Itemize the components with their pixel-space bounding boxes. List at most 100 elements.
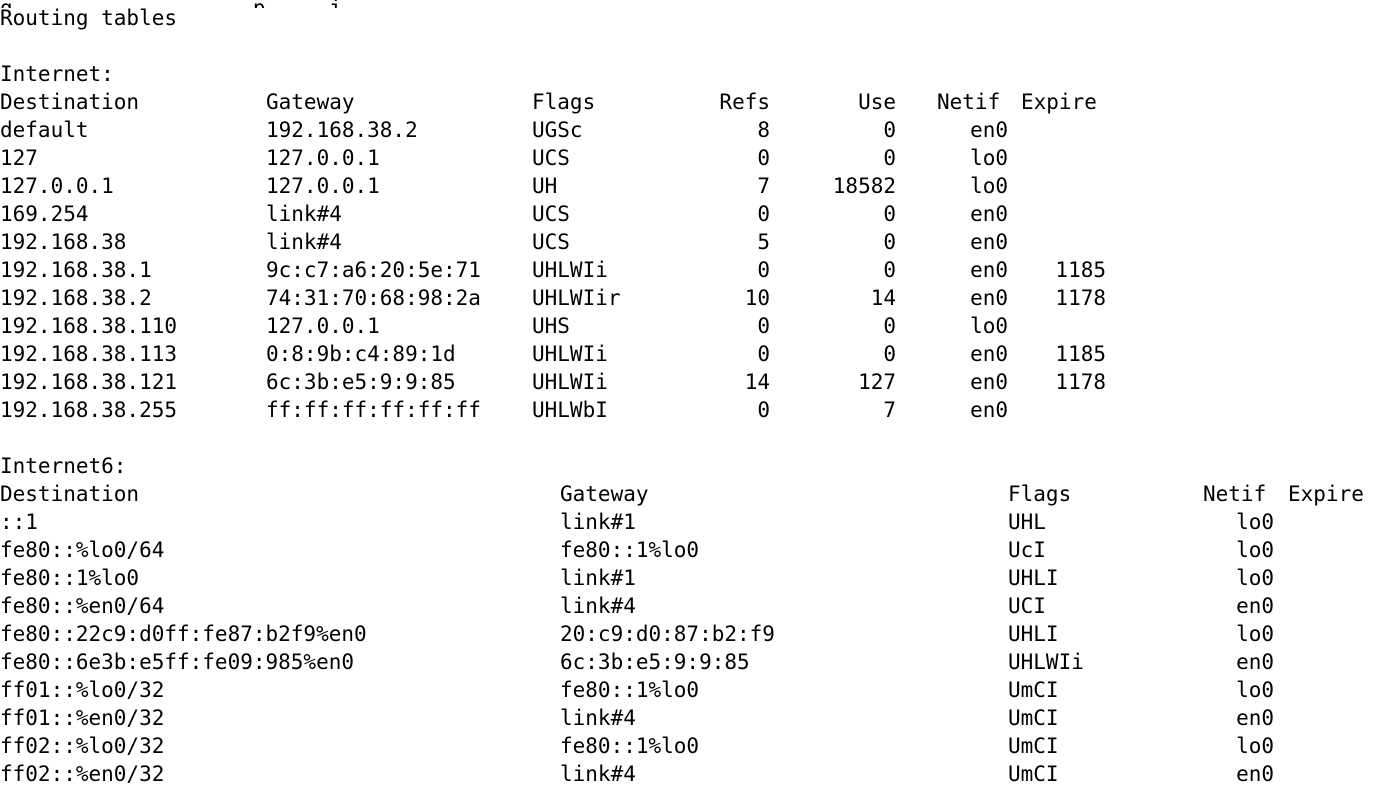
ipv4-route-row: 169.254 link#4 UCS 0 0 en0 xyxy=(0,200,1388,228)
ipv4-cell-expire xyxy=(1000,116,1106,144)
ipv4-header-row: Destination Gateway Flags Refs Use Netif… xyxy=(0,88,1388,116)
ipv6-cell-flags: UHL xyxy=(1008,510,1046,534)
ipv4-cell-gateway: ff:ff:ff:ff:ff:ff xyxy=(266,398,481,422)
ipv6-route-row: ff01::%en0/32 link#4 UmCI en0 xyxy=(0,704,1388,732)
ipv6-cell-flags: UCI xyxy=(1008,594,1046,618)
ipv6-cell-gateway: fe80::1%lo0 xyxy=(560,678,700,702)
ipv6-cell-gateway: 6c:3b:e5:9:9:85 xyxy=(560,650,750,674)
ipv6-route-row: ff02::%en0/32 link#4 UmCI en0 xyxy=(0,760,1388,788)
ipv4-cell-gateway: 74:31:70:68:98:2a xyxy=(266,286,481,310)
ipv6-cell-destination: ::1 xyxy=(0,510,38,534)
ipv4-cell-expire xyxy=(1000,144,1106,172)
ipv6-cell-flags: UmCI xyxy=(1008,762,1059,786)
ipv6-header-expire: Expire xyxy=(1288,482,1364,506)
ipv4-cell-flags: UCS xyxy=(532,202,570,226)
ipv6-cell-destination: ff02::%en0/32 xyxy=(0,762,165,786)
ipv4-cell-use: 0 xyxy=(883,202,896,226)
ipv6-cell-flags: UHLWIi xyxy=(1008,650,1084,674)
ipv4-cell-use: 18582 xyxy=(832,174,896,198)
ipv4-cell-flags: UHLWIi xyxy=(532,342,608,366)
ipv4-header-gateway: Gateway xyxy=(266,90,355,114)
ipv4-cell-expire: 1185 xyxy=(1055,342,1106,366)
ipv4-route-row: 127 127.0.0.1 UCS 0 0 lo0 xyxy=(0,144,1388,172)
ipv6-cell-destination: fe80::1%lo0 xyxy=(0,566,140,590)
ipv4-cell-refs: 0 xyxy=(757,398,770,422)
ipv6-cell-netif: en0 xyxy=(1236,594,1274,618)
ipv4-cell-expire: 1185 xyxy=(1055,258,1106,282)
ipv4-route-row: 192.168.38.2 74:31:70:68:98:2a UHLWIir 10 14… xyxy=(0,284,1388,312)
ipv4-header-expire: Expire xyxy=(1021,90,1097,114)
ipv6-header-destination: Destination xyxy=(0,482,140,506)
ipv4-cell-destination: 192.168.38.1 xyxy=(0,258,152,282)
ipv4-cell-refs: 0 xyxy=(757,258,770,282)
ipv4-cell-use: 0 xyxy=(883,146,896,170)
ipv6-cell-destination: ff01::%lo0/32 xyxy=(0,678,165,702)
ipv6-route-row: ff01::%lo0/32 fe80::1%lo0 UmCI lo0 xyxy=(0,676,1388,704)
ipv4-cell-gateway: 0:8:9b:c4:89:1d xyxy=(266,342,456,366)
ipv6-route-row: fe80::%lo0/64 fe80::1%lo0 UcI lo0 xyxy=(0,536,1388,564)
ipv4-cell-gateway: link#4 xyxy=(266,202,342,226)
ipv4-header-netif: Netif xyxy=(937,90,1001,114)
ipv4-cell-expire xyxy=(1000,200,1106,228)
ipv6-route-row: fe80::22c9:d0ff:fe87:b2f9%en0 20:c9:d0:87… xyxy=(0,620,1388,648)
ipv4-cell-use: 0 xyxy=(883,342,896,366)
ipv4-cell-expire xyxy=(1000,312,1106,340)
title-line: Routing tables xyxy=(0,6,178,30)
ipv4-cell-destination: 192.168.38.113 xyxy=(0,342,178,366)
ipv6-header-row: Destination Gateway Flags Netif Expire xyxy=(0,480,1388,508)
ipv4-cell-refs: 7 xyxy=(757,174,770,198)
ipv6-cell-gateway: link#1 xyxy=(560,510,636,534)
ipv6-header-gateway: Gateway xyxy=(560,482,649,506)
ipv4-cell-netif: en0 xyxy=(970,370,1008,394)
ipv4-header-refs: Refs xyxy=(719,90,770,114)
ipv4-cell-flags: UCS xyxy=(532,146,570,170)
ipv6-cell-netif: lo0 xyxy=(1236,622,1274,646)
ipv6-cell-gateway: 20:c9:d0:87:b2:f9 xyxy=(560,622,775,646)
ipv6-cell-netif: lo0 xyxy=(1236,734,1274,758)
ipv4-cell-flags: UGSc xyxy=(532,118,583,142)
ipv4-cell-gateway: 127.0.0.1 xyxy=(266,146,380,170)
ipv6-cell-destination: ff01::%en0/32 xyxy=(0,706,165,730)
ipv6-section-label: Internet6: xyxy=(0,454,127,478)
ipv4-cell-use: 127 xyxy=(858,370,896,394)
ipv6-cell-gateway: fe80::1%lo0 xyxy=(560,734,700,758)
ipv4-cell-use: 14 xyxy=(870,286,896,310)
ipv4-cell-destination: 127 xyxy=(0,146,38,170)
ipv4-cell-netif: en0 xyxy=(970,230,1008,254)
ipv6-cell-gateway: fe80::1%lo0 xyxy=(560,538,700,562)
ipv4-route-row: 192.168.38.121 6c:3b:e5:9:9:85 UHLWIi 14 127… xyxy=(0,368,1388,396)
ipv4-cell-destination: default xyxy=(0,118,89,142)
ipv6-cell-netif: en0 xyxy=(1236,706,1274,730)
ipv4-cell-destination: 127.0.0.1 xyxy=(0,174,114,198)
ipv6-cell-flags: UmCI xyxy=(1008,678,1059,702)
ipv4-cell-flags: UHLWIi xyxy=(532,370,608,394)
ipv4-route-row: 127.0.0.1 127.0.0.1 UH 7 18582 lo0 xyxy=(0,172,1388,200)
ipv6-cell-netif: lo0 xyxy=(1236,510,1274,534)
ipv4-cell-use: 7 xyxy=(883,398,896,422)
ipv4-cell-flags: UH xyxy=(532,174,558,198)
ipv4-cell-gateway: 127.0.0.1 xyxy=(266,174,380,198)
ipv6-header-flags: Flags xyxy=(1008,482,1072,506)
ipv4-cell-refs: 14 xyxy=(744,370,770,394)
ipv6-cell-netif: lo0 xyxy=(1236,538,1274,562)
ipv6-cell-flags: UmCI xyxy=(1008,734,1059,758)
ipv4-cell-refs: 0 xyxy=(757,146,770,170)
ipv4-header-flags: Flags xyxy=(532,90,596,114)
ipv4-cell-gateway: link#4 xyxy=(266,230,342,254)
ipv4-header-destination: Destination xyxy=(0,90,140,114)
ipv6-cell-flags: UHLI xyxy=(1008,622,1059,646)
ipv4-route-row: 192.168.38.255 ff:ff:ff:ff:ff:ff UHLWbI 0 7 e… xyxy=(0,396,1388,424)
ipv6-route-row: ff02::%lo0/32 fe80::1%lo0 UmCI lo0 xyxy=(0,732,1388,760)
ipv4-route-row: 192.168.38.1 9c:c7:a6:20:5e:71 UHLWIi 0 0 en0… xyxy=(0,256,1388,284)
ipv4-cell-destination: 192.168.38.2 xyxy=(0,286,152,310)
ipv4-cell-destination: 192.168.38.110 xyxy=(0,314,178,338)
ipv6-cell-netif: lo0 xyxy=(1236,678,1274,702)
ipv4-cell-gateway: 127.0.0.1 xyxy=(266,314,380,338)
ipv4-section-label: Internet: xyxy=(0,62,114,86)
ipv6-cell-flags: UcI xyxy=(1008,538,1046,562)
ipv4-cell-gateway: 6c:3b:e5:9:9:85 xyxy=(266,370,456,394)
ipv4-cell-expire: 1178 xyxy=(1055,370,1106,394)
ipv6-cell-netif: en0 xyxy=(1236,650,1274,674)
ipv6-route-row: fe80::1%lo0 link#1 UHLI lo0 xyxy=(0,564,1388,592)
terminal-output[interactable]: g p j , Routing tables Internet: Destina… xyxy=(0,0,1388,792)
